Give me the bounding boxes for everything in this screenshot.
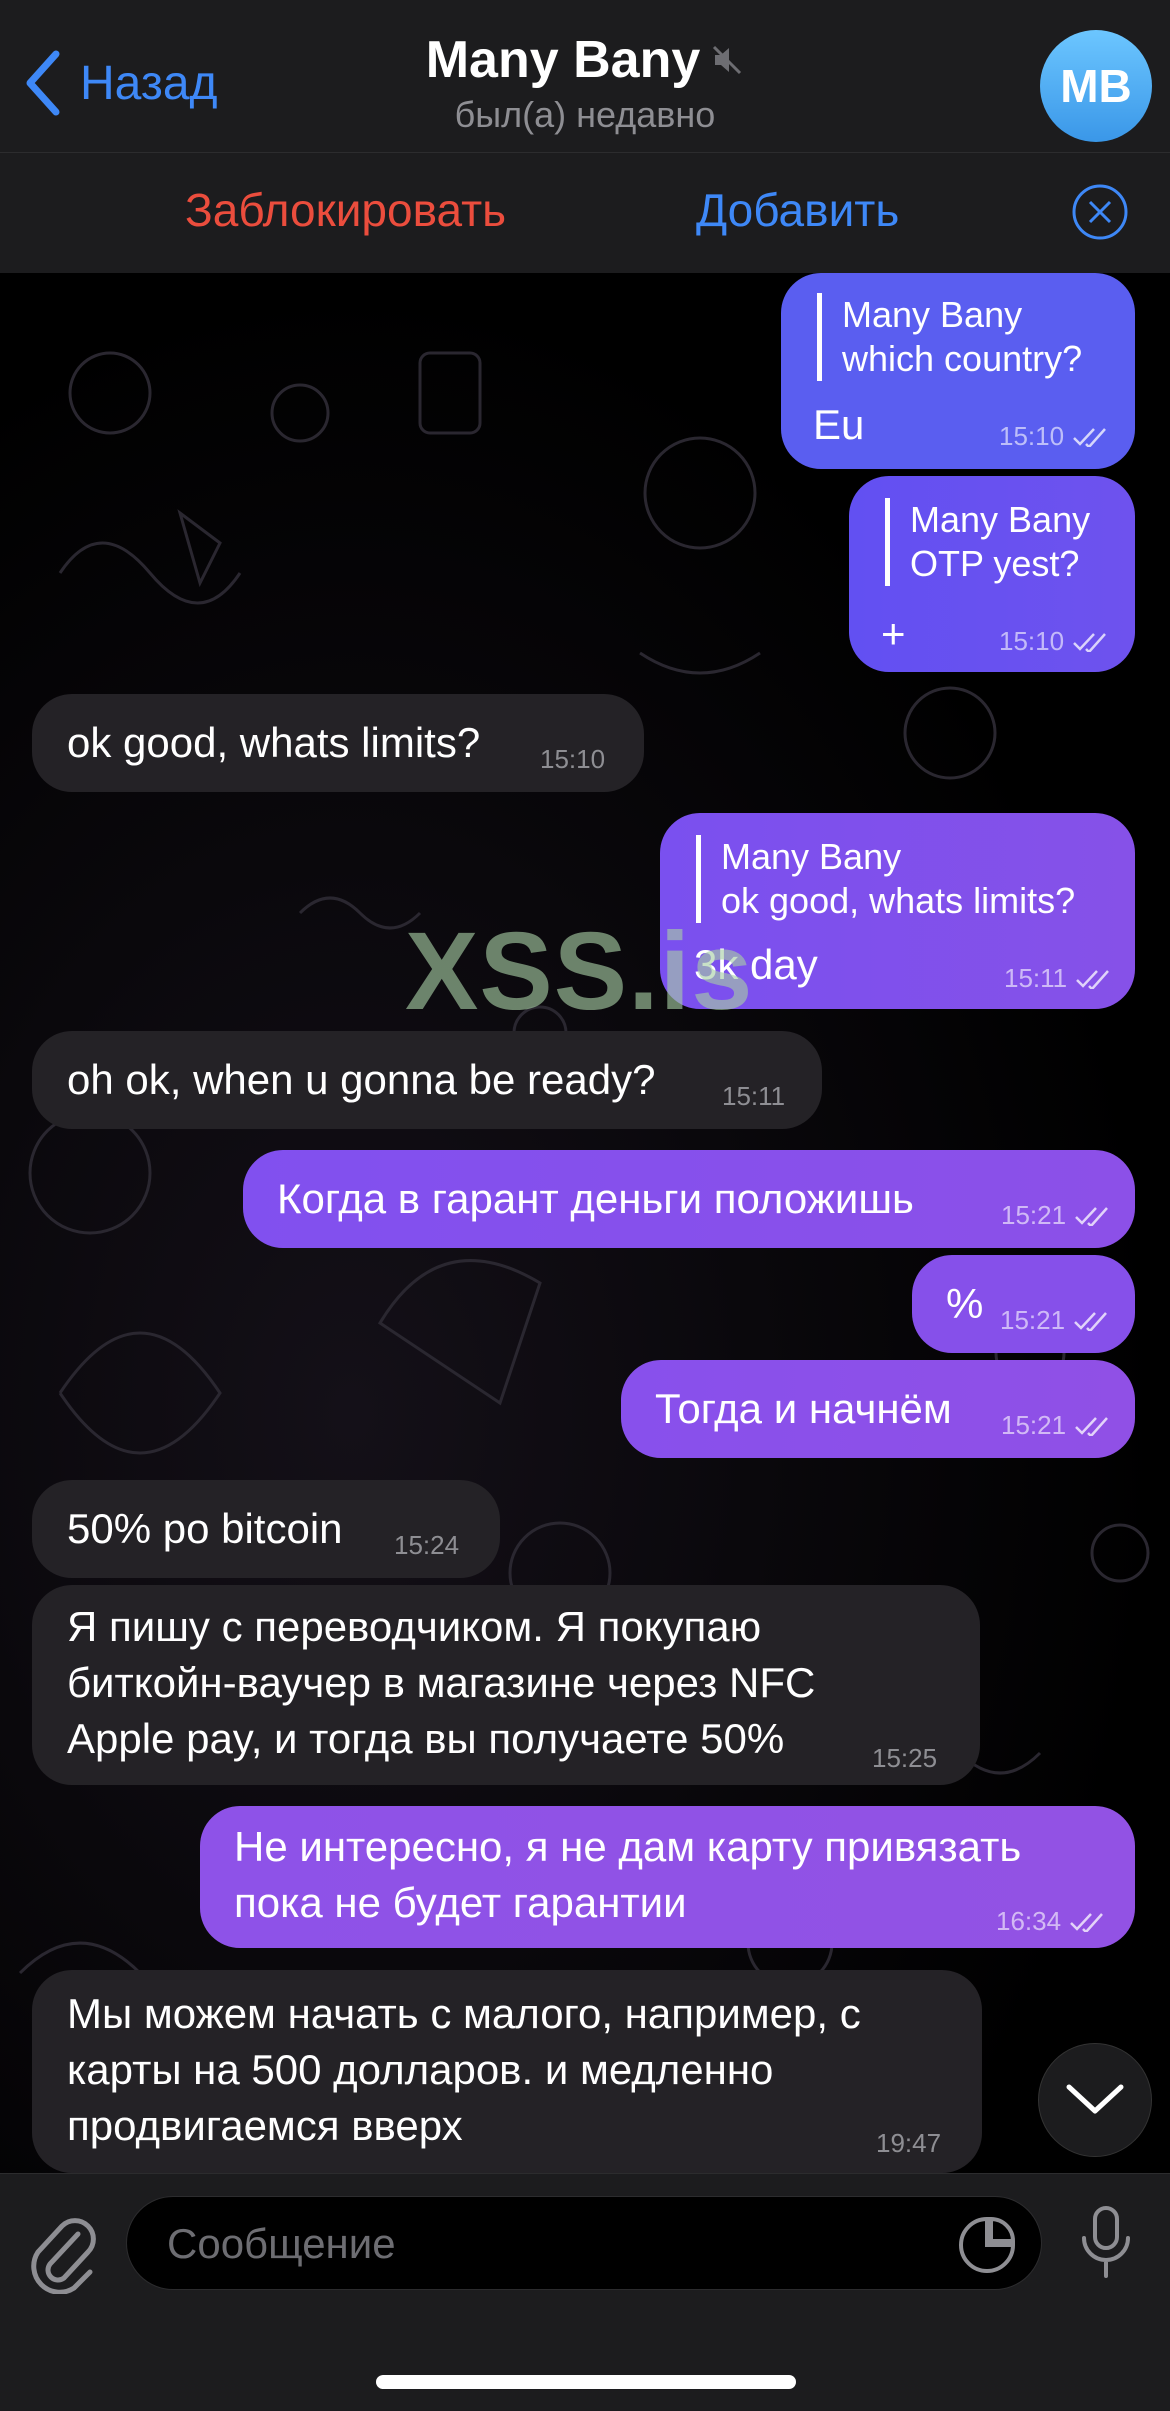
reply-quote[interactable]: Many Bany OTP yest? bbox=[885, 498, 1090, 586]
chat-title: Many Bany bbox=[425, 31, 701, 89]
message-line: карты на 500 долларов. и медленно bbox=[67, 2046, 774, 2093]
message-line: Не интересно, я не дам карту привязать bbox=[234, 1823, 1022, 1870]
reply-author: Many Bany bbox=[842, 294, 1023, 335]
message-text: Не интересно, я не дам карту привязать п… bbox=[234, 1819, 1021, 1931]
reply-author: Many Bany bbox=[910, 499, 1091, 540]
message-text: Тогда и начнём bbox=[655, 1385, 952, 1432]
message-time: 15:10 bbox=[999, 626, 1112, 657]
watermark: XSS.is bbox=[405, 910, 754, 1033]
message-time: 15:21 bbox=[1001, 1200, 1114, 1231]
message-input-box[interactable] bbox=[126, 2196, 1042, 2291]
double-check-icon bbox=[1070, 1912, 1104, 1932]
double-check-icon bbox=[1073, 632, 1107, 652]
reply-author: Many Bany bbox=[721, 836, 902, 877]
paperclip-icon[interactable] bbox=[30, 2214, 98, 2294]
time-label: 15:21 bbox=[1001, 1410, 1067, 1440]
message-incoming[interactable]: oh ok, when u gonna be ready? 15:11 bbox=[32, 1031, 822, 1129]
home-indicator bbox=[376, 2375, 796, 2389]
time-label: 15:10 bbox=[999, 626, 1065, 656]
time-label: 15:11 bbox=[1004, 963, 1068, 993]
message-text: + bbox=[881, 610, 906, 657]
message-time: 15:21 bbox=[1000, 1305, 1113, 1336]
message-line: Я пишу с переводчиком. Я покупаю bbox=[67, 1603, 762, 1650]
time-label: 15:10 bbox=[999, 421, 1065, 451]
message-time: 15:25 bbox=[872, 1743, 938, 1773]
mute-icon bbox=[713, 45, 742, 75]
last-seen-status: был(а) недавно bbox=[454, 94, 716, 135]
message-line: биткойн-ваучер в магазине через NFC bbox=[67, 1659, 816, 1706]
message-text: Я пишу с переводчиком. Я покупаю биткойн… bbox=[67, 1599, 815, 1767]
message-time: 15:10 bbox=[999, 421, 1112, 452]
chevron-down-icon bbox=[1066, 2084, 1124, 2114]
add-contact-button[interactable]: Добавить bbox=[696, 183, 899, 237]
double-check-icon bbox=[1075, 1416, 1109, 1436]
message-text: Мы можем начать с малого, например, с ка… bbox=[67, 1986, 861, 2154]
reply-text: OTP yest? bbox=[910, 543, 1080, 584]
message-line: Apple pay, и тогда вы получаете 50% bbox=[67, 1715, 785, 1762]
chat-header: Назад Many Bany был(а) недавно MB bbox=[0, 0, 1170, 153]
microphone-icon[interactable] bbox=[1076, 2204, 1136, 2280]
double-check-icon bbox=[1076, 969, 1110, 989]
time-label: 16:34 bbox=[996, 1906, 1062, 1936]
message-time: 15:11 bbox=[1004, 963, 1115, 994]
message-text: Когда в гарант деньги положишь bbox=[277, 1175, 914, 1222]
message-time: 15:24 bbox=[394, 1530, 460, 1560]
message-outgoing[interactable]: % 15:21 bbox=[912, 1255, 1135, 1353]
message-outgoing[interactable]: Many Bany OTP yest? + 15:10 bbox=[849, 476, 1135, 672]
message-incoming[interactable]: Мы можем начать с малого, например, с ка… bbox=[32, 1970, 982, 2173]
message-time: 15:21 bbox=[1001, 1410, 1114, 1441]
message-incoming[interactable]: 50% po bitcoin 15:24 bbox=[32, 1480, 500, 1578]
message-time: 15:11 bbox=[722, 1081, 786, 1111]
close-icon[interactable] bbox=[1071, 183, 1129, 241]
avatar-initials: MB bbox=[1060, 60, 1132, 112]
double-check-icon bbox=[1075, 1206, 1109, 1226]
reply-quote[interactable]: Many Bany which country? bbox=[817, 293, 1082, 381]
message-time: 15:10 bbox=[540, 744, 606, 774]
time-label: 15:21 bbox=[1001, 1200, 1067, 1230]
message-text: Eu bbox=[813, 401, 865, 448]
message-time: 19:47 bbox=[876, 2128, 942, 2158]
message-line: Мы можем начать с малого, например, с bbox=[67, 1990, 861, 2037]
message-time: 16:34 bbox=[996, 1906, 1109, 1937]
message-outgoing[interactable]: Не интересно, я не дам карту привязать п… bbox=[200, 1806, 1135, 1948]
message-text: oh ok, when u gonna be ready? bbox=[67, 1056, 656, 1103]
double-check-icon bbox=[1074, 1311, 1108, 1331]
time-label: 15:21 bbox=[1000, 1305, 1066, 1335]
contact-action-bar: Заблокировать Добавить bbox=[0, 153, 1170, 273]
message-text: 50% po bitcoin bbox=[67, 1505, 343, 1552]
message-line: продвигаемся вверх bbox=[67, 2102, 463, 2149]
sticker-icon[interactable] bbox=[957, 2215, 1017, 2275]
message-outgoing[interactable]: Many Bany which country? Eu 15:10 bbox=[781, 273, 1135, 469]
chat-title-area[interactable]: Many Bany был(а) недавно bbox=[0, 30, 1170, 136]
reply-text: which country? bbox=[842, 338, 1083, 379]
avatar[interactable]: MB bbox=[1040, 30, 1152, 142]
message-incoming[interactable]: ok good, whats limits? 15:10 bbox=[32, 694, 644, 792]
double-check-icon bbox=[1073, 427, 1107, 447]
message-outgoing[interactable]: Тогда и начнём 15:21 bbox=[621, 1360, 1135, 1458]
message-line: пока не будет гарантии bbox=[234, 1879, 687, 1926]
message-incoming[interactable]: Я пишу с переводчиком. Я покупаю биткойн… bbox=[32, 1585, 980, 1785]
reply-text: ok good, whats limits? bbox=[721, 880, 1076, 921]
message-outgoing[interactable]: Когда в гарант деньги положишь 15:21 bbox=[243, 1150, 1135, 1248]
message-text: % bbox=[946, 1280, 984, 1327]
message-input[interactable] bbox=[165, 2197, 949, 2291]
message-text: ok good, whats limits? bbox=[67, 719, 481, 766]
block-button[interactable]: Заблокировать bbox=[185, 183, 506, 237]
scroll-to-bottom-button[interactable] bbox=[1038, 2043, 1152, 2157]
